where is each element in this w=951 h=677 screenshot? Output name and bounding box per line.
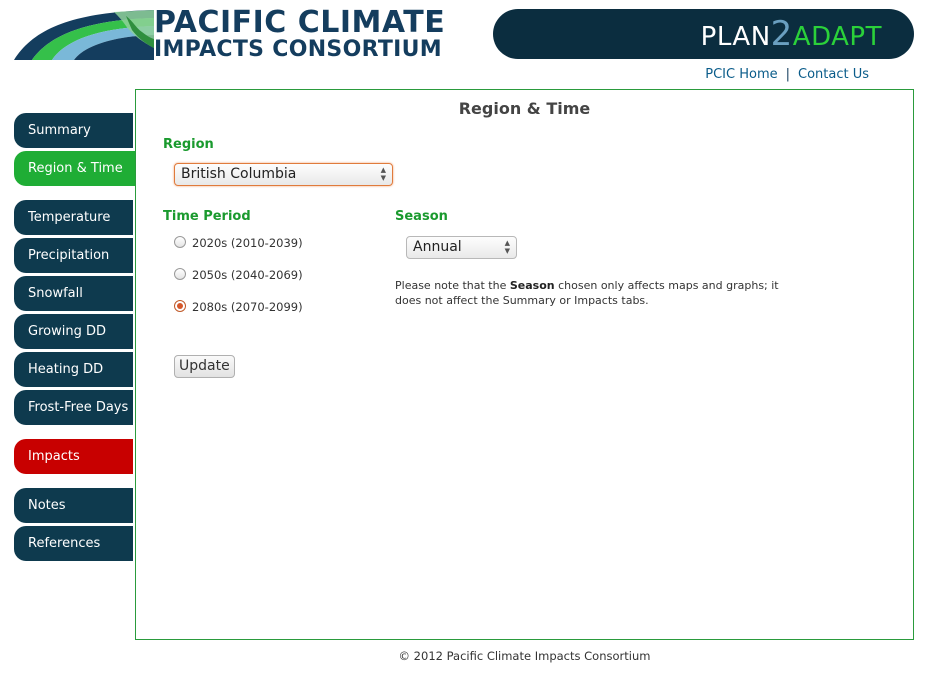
sidebar-item-temperature[interactable]: Temperature [14, 200, 133, 235]
main-panel: Region & Time Region British Columbia ▲ ▼… [135, 89, 914, 640]
sidebar-item-region-time[interactable]: Region & Time [14, 151, 136, 186]
select-arrows-icon: ▲ ▼ [504, 239, 510, 255]
banner-two-text: 2 [770, 14, 793, 54]
radio-button[interactable] [174, 267, 186, 280]
logo-title-line1: PACIFIC CLIMATE [154, 5, 446, 40]
plan2adapt-logo: PLAN2ADAPT [701, 17, 882, 54]
sidebar-item-frost-free-days[interactable]: Frost-Free Days [14, 390, 133, 425]
pcic-home-link[interactable]: PCIC Home [705, 67, 777, 82]
region-label: Region [163, 137, 214, 152]
pcic-logo: PACIFIC CLIMATE IMPACTS CONSORTIUM [14, 5, 454, 62]
region-select-value: British Columbia [181, 166, 297, 182]
season-select[interactable]: Annual ▲ ▼ [406, 236, 517, 259]
radio-button[interactable] [174, 235, 186, 248]
sidebar-item-heating-dd[interactable]: Heating DD [14, 352, 133, 387]
logo-title-line2: IMPACTS CONSORTIUM [154, 37, 442, 62]
season-select-value: Annual [413, 239, 462, 255]
radio-label: 2080s (2070-2099) [192, 300, 303, 314]
update-button[interactable]: Update [174, 355, 235, 378]
top-links: PCIC Home | Contact Us [705, 67, 869, 82]
sidebar-item-summary[interactable]: Summary [14, 113, 133, 148]
time-period-option-2020s[interactable]: 2020s (2010-2039) [174, 235, 303, 252]
sidebar-item-references[interactable]: References [14, 526, 133, 561]
sidebar-item-precipitation[interactable]: Precipitation [14, 238, 133, 273]
pcic-logo-mark-icon [14, 10, 154, 60]
radio-button-checked[interactable] [174, 299, 186, 312]
contact-us-link[interactable]: Contact Us [798, 67, 869, 82]
time-period-option-2080s[interactable]: 2080s (2070-2099) [174, 299, 303, 316]
page-title: Region & Time [458, 99, 591, 118]
sidebar-item-growing-dd[interactable]: Growing DD [14, 314, 133, 349]
time-period-option-2050s[interactable]: 2050s (2040-2069) [174, 267, 303, 284]
season-label: Season [395, 209, 448, 224]
radio-label: 2020s (2010-2039) [192, 236, 303, 250]
season-note: Please note that the Season chosen only … [395, 278, 805, 308]
sidebar-item-notes[interactable]: Notes [14, 488, 133, 523]
region-select[interactable]: British Columbia ▲ ▼ [174, 163, 393, 186]
select-arrows-icon: ▲ ▼ [380, 166, 386, 182]
radio-label: 2050s (2040-2069) [192, 268, 303, 282]
footer-copyright: © 2012 Pacific Climate Impacts Consortiu… [398, 649, 651, 663]
sidebar-item-snowfall[interactable]: Snowfall [14, 276, 133, 311]
plan2adapt-banner: PLAN2ADAPT [493, 9, 914, 59]
banner-adapt-text: ADAPT [792, 22, 882, 52]
link-separator: | [785, 67, 790, 82]
time-period-label: Time Period [163, 209, 251, 224]
season-note-prefix: Please note that the [395, 279, 510, 292]
season-note-bold: Season [509, 279, 555, 292]
banner-plan-text: PLAN [700, 22, 771, 52]
sidebar-item-impacts[interactable]: Impacts [14, 439, 133, 474]
